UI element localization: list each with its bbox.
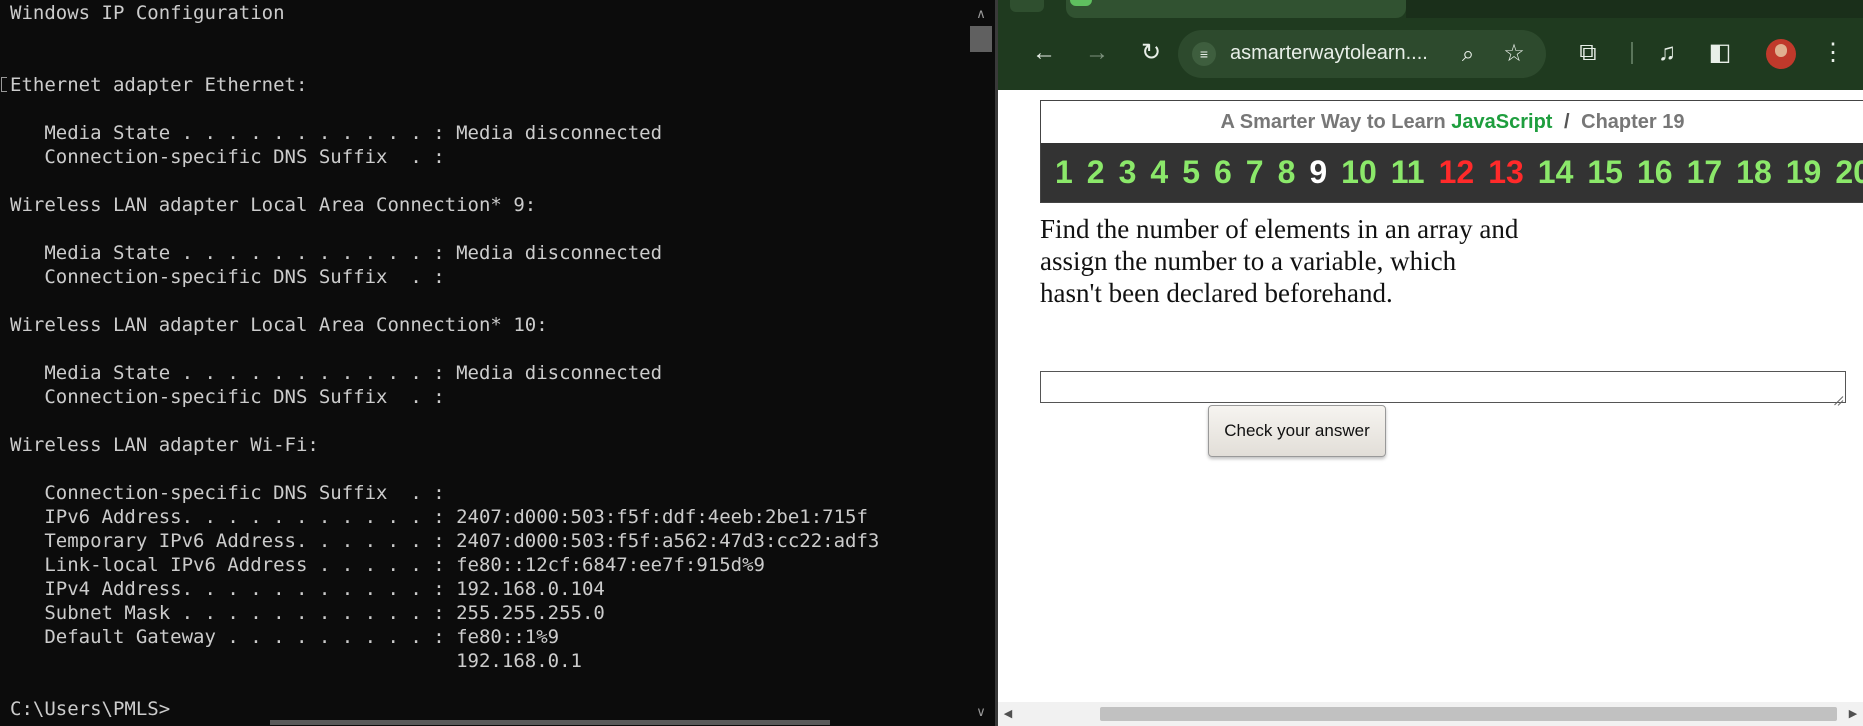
terminal-scroll-thumb[interactable] [970, 26, 992, 52]
terminal-line: Media State . . . . . . . . . . . : Medi… [10, 362, 663, 384]
site-info-icon[interactable]: ≡ [1192, 42, 1216, 66]
breadcrumb-separator: / [1564, 111, 1570, 133]
chapter-link-17[interactable]: 17 [1673, 143, 1723, 202]
chapter-navigation: A Smarter Way to Learn JavaScript / Chap… [1040, 100, 1863, 203]
chapter-link-3[interactable]: 3 [1105, 143, 1137, 202]
chapter-link-15[interactable]: 15 [1573, 143, 1623, 202]
reload-icon[interactable]: ↻ [1134, 36, 1168, 70]
chapter-bar: 1 2 3 4 5 6 7 8 9 10 11 12 13 14 15 16 17 18 19 20 [1041, 143, 1863, 202]
address-bar[interactable]: ≡ asmarterwaytolearn.... ⌕ ☆ [1178, 30, 1546, 78]
chapter-title: Chapter 19 [1581, 111, 1685, 133]
terminal-line: IPv4 Address. . . . . . . . . . . : 192.… [10, 578, 605, 600]
tab-strip [1406, 0, 1863, 18]
back-icon[interactable]: ← [1027, 36, 1061, 70]
chapter-link-9[interactable]: 9 [1295, 143, 1327, 202]
chapter-link-6[interactable]: 6 [1200, 143, 1232, 202]
scroll-right-icon[interactable]: ▶ [1843, 702, 1863, 726]
chevron-down-icon[interactable]: ∨ [967, 698, 995, 726]
extensions-icon[interactable]: ⧉ [1571, 36, 1605, 70]
terminal-line: Media State . . . . . . . . . . . : Medi… [10, 122, 663, 144]
terminal-line: Default Gateway . . . . . . . . . : fe80… [10, 626, 560, 648]
terminal-line: Windows IP Configuration [10, 2, 285, 24]
tab-favicon-icon [1070, 0, 1092, 6]
exercise-prompt: Find the number of elements in an array … [1040, 214, 1519, 308]
terminal-line: Subnet Mask . . . . . . . . . . . : 255.… [10, 602, 605, 624]
scroll-left-icon[interactable]: ◀ [998, 702, 1018, 726]
terminal-hscroll-thumb[interactable] [270, 720, 830, 725]
terminal-output[interactable]: Windows IP Configuration Ethernet adapte… [10, 1, 879, 721]
page-title: A Smarter Way to Learn JavaScript / Chap… [1041, 101, 1863, 143]
terminal-vertical-scrollbar[interactable]: ∧ ∨ [967, 0, 995, 726]
chapter-link-14[interactable]: 14 [1524, 143, 1574, 202]
bookmark-star-icon[interactable]: ☆ [1499, 38, 1529, 70]
chapter-link-18[interactable]: 18 [1722, 143, 1772, 202]
chapter-link-8[interactable]: 8 [1264, 143, 1296, 202]
active-tab[interactable] [1066, 0, 1406, 18]
terminal-line: Media State . . . . . . . . . . . : Medi… [10, 242, 663, 264]
chapter-link-13[interactable]: 13 [1474, 143, 1524, 202]
terminal-horizontal-scrollbar[interactable] [0, 718, 967, 726]
media-control-icon[interactable]: ♫ [1650, 36, 1684, 70]
chapter-link-10[interactable]: 10 [1327, 143, 1377, 202]
check-answer-button[interactable]: Check your answer [1208, 405, 1386, 457]
chevron-up-icon[interactable]: ∧ [967, 0, 995, 28]
profile-avatar[interactable] [1766, 39, 1796, 69]
chapter-link-2[interactable]: 2 [1073, 143, 1105, 202]
terminal-line: Ethernet adapter Ethernet: [10, 74, 308, 96]
toolbar-separator [1631, 42, 1633, 64]
terminal-line: Temporary IPv6 Address. . . . . . : 2407… [10, 530, 880, 552]
terminal-line: IPv6 Address. . . . . . . . . . . : 2407… [10, 506, 868, 528]
page-scroll-thumb[interactable] [1100, 707, 1837, 721]
terminal-window[interactable]: Windows IP Configuration Ethernet adapte… [0, 0, 995, 726]
page-horizontal-scrollbar[interactable]: ◀ ▶ [998, 702, 1863, 726]
url-text[interactable]: asmarterwaytolearn.... [1230, 42, 1428, 65]
resize-grip-icon[interactable] [1832, 389, 1844, 401]
browser-toolbar: ← → ↻ ≡ asmarterwaytolearn.... ⌕ ☆ ⧉ ♫ ◧… [998, 0, 1863, 90]
chapter-link-4[interactable]: 4 [1136, 143, 1168, 202]
chapter-link-19[interactable]: 19 [1772, 143, 1822, 202]
chapter-link-20[interactable]: 20 [1821, 143, 1863, 202]
answer-textarea[interactable] [1040, 371, 1846, 403]
terminal-line: Connection-specific DNS Suffix . : [10, 146, 445, 168]
terminal-line: Wireless LAN adapter Local Area Connecti… [10, 194, 537, 216]
terminal-line: 192.168.0.1 [10, 650, 582, 672]
terminal-line: Link-local IPv6 Address . . . . . : fe80… [10, 554, 765, 576]
side-panel-icon[interactable]: ◧ [1703, 36, 1737, 70]
selection-marker [1, 77, 7, 92]
terminal-line: Connection-specific DNS Suffix . : [10, 386, 445, 408]
chapter-link-5[interactable]: 5 [1168, 143, 1200, 202]
terminal-line: Connection-specific DNS Suffix . : [10, 266, 445, 288]
language-link[interactable]: JavaScript [1451, 111, 1552, 133]
chapter-link-1[interactable]: 1 [1041, 143, 1073, 202]
terminal-line: Wireless LAN adapter Local Area Connecti… [10, 314, 548, 336]
forward-icon[interactable]: → [1080, 36, 1114, 70]
zoom-icon[interactable]: ⌕ [1453, 38, 1483, 70]
terminal-line: Wireless LAN adapter Wi-Fi: [10, 434, 319, 456]
tab-fragment[interactable] [1010, 0, 1044, 12]
site-brand[interactable]: A Smarter Way to Learn [1220, 111, 1445, 133]
chapter-link-12[interactable]: 12 [1425, 143, 1475, 202]
chapter-link-11[interactable]: 11 [1377, 143, 1425, 202]
chapter-link-7[interactable]: 7 [1232, 143, 1264, 202]
browser-window: ← → ↻ ≡ asmarterwaytolearn.... ⌕ ☆ ⧉ ♫ ◧… [998, 0, 1863, 726]
chapter-link-16[interactable]: 16 [1623, 143, 1673, 202]
terminal-line: Connection-specific DNS Suffix . : [10, 482, 445, 504]
menu-icon[interactable]: ⋮ [1816, 36, 1850, 70]
